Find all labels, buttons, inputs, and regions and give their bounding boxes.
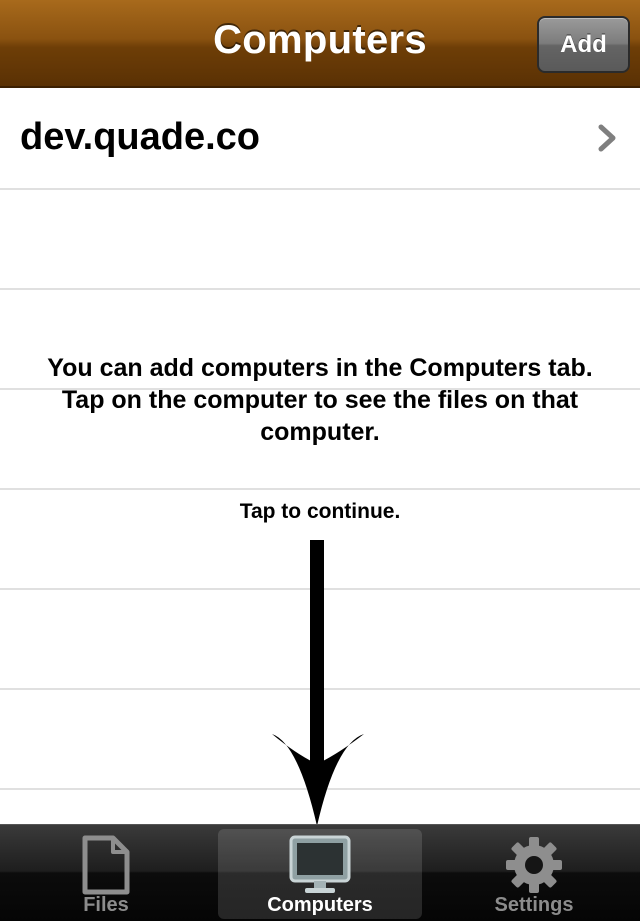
tab-bar: Files Computers Settings xyxy=(0,824,640,921)
tab-files-label: Files xyxy=(83,894,129,916)
gear-icon xyxy=(506,837,562,893)
file-icon xyxy=(82,835,130,895)
tab-files[interactable]: Files xyxy=(0,829,212,919)
tutorial-hint-text: You can add computers in the Computers t… xyxy=(47,354,593,446)
arrow-down-icon xyxy=(272,540,364,826)
computer-row[interactable]: dev.quade.co xyxy=(0,90,640,190)
tab-settings[interactable]: Settings xyxy=(428,829,640,919)
tab-settings-label: Settings xyxy=(494,894,574,916)
empty-row xyxy=(0,190,640,290)
tab-computers[interactable]: Computers xyxy=(218,829,422,919)
tap-to-continue-text[interactable]: Tap to continue. xyxy=(0,500,640,524)
navigation-bar: Computers Add xyxy=(0,0,640,88)
chevron-right-icon xyxy=(598,124,616,152)
monitor-icon xyxy=(289,835,351,893)
app-screen: Computers Add dev.quade.co You can add c… xyxy=(0,0,640,921)
add-computer-button[interactable]: Add xyxy=(537,16,630,73)
computer-name: dev.quade.co xyxy=(20,116,261,158)
tab-computers-label: Computers xyxy=(267,894,373,916)
